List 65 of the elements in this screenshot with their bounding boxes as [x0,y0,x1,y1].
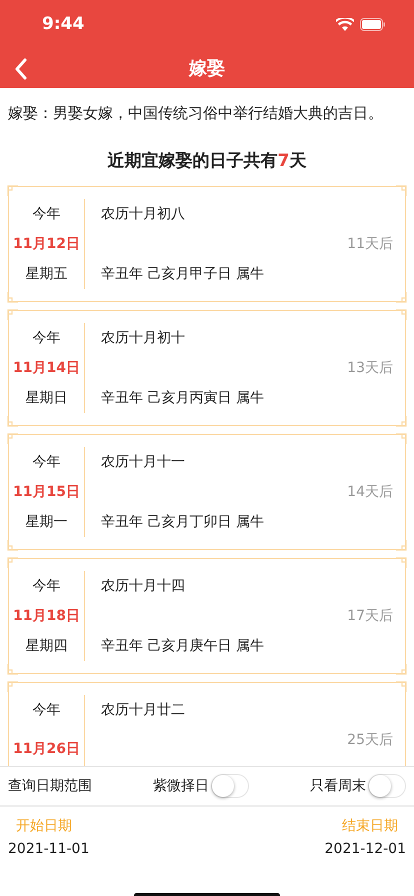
corner-ornament-icon [7,681,19,693]
corner-ornament-icon [7,539,19,551]
lunar-date: 农历十月十一 [101,453,186,471]
corner-ornament-icon [395,539,407,551]
ganzhi-text: 辛丑年 己亥月丙寅日 属牛 [101,389,265,407]
corner-ornament-icon [7,433,19,445]
weekday-label: 星期五 [26,265,68,283]
corner-ornament-icon [395,433,407,445]
start-date-value[interactable]: 2021-11-01 [8,841,90,857]
date-card[interactable]: 今年 11月18日 星期四 农历十月十四 辛丑年 己亥月庚午日 属牛 17天后 [8,558,406,674]
range-label: 查询日期范围 [8,777,92,795]
toggle-switch[interactable] [368,774,406,798]
toggle-label: 紫微择日 [153,777,209,795]
days-until-text: 13天后 [347,359,393,377]
page-title: 嫁娶 [189,57,225,80]
wifi-icon [336,18,354,30]
corner-ornament-icon [395,185,407,197]
year-label: 今年 [32,329,60,347]
solar-date: 11月18日 [13,607,80,625]
corner-ornament-icon [395,681,407,693]
toggle-label: 只看周末 [310,777,366,795]
lunar-date: 农历十月初十 [101,329,186,347]
date-card[interactable]: 今年 11月14日 星期日 农历十月初十 辛丑年 己亥月丙寅日 属牛 13天后 [8,310,406,426]
description-text: 嫁娶：男娶女嫁，中国传统习俗中举行结婚大典的吉日。 [8,104,384,123]
start-date-label: 开始日期 [15,817,73,835]
days-until-text: 17天后 [347,607,393,625]
solar-date: 11月12日 [13,235,80,253]
corner-ornament-icon [395,415,407,427]
battery-icon [360,18,386,30]
toggle-switch[interactable] [211,774,249,798]
corner-ornament-icon [395,557,407,569]
solar-date: 11月26日 [13,740,80,758]
corner-ornament-icon [7,291,19,303]
days-until-text: 25天后 [347,731,393,749]
weekday-label: 星期一 [26,513,68,531]
ganzhi-text: 辛丑年 己亥月丁卯日 属牛 [101,513,265,531]
weekday-label: 星期日 [26,389,68,407]
corner-ornament-icon [395,291,407,303]
date-card[interactable]: 今年 11月15日 星期一 农历十月十一 辛丑年 己亥月丁卯日 属牛 14天后 [8,434,406,550]
days-until-text: 14天后 [347,483,393,501]
lunar-date: 农历十月初八 [101,205,186,223]
end-date-value[interactable]: 2021-12-01 [324,841,406,857]
corner-ornament-icon [7,185,19,197]
days-until-text: 11天后 [347,235,393,253]
year-label: 今年 [32,577,60,595]
corner-ornament-icon [7,309,19,321]
date-card[interactable]: 今年 11月12日 星期五 农历十月初八 辛丑年 己亥月甲子日 属牛 11天后 [8,186,406,302]
corner-ornament-icon [7,557,19,569]
corner-ornament-icon [395,663,407,675]
year-label: 今年 [32,205,60,223]
corner-ornament-icon [395,309,407,321]
summary-heading: 近期宜嫁娶的日子共有7天 [106,150,308,172]
corner-ornament-icon [7,663,19,675]
year-label: 今年 [32,701,60,719]
corner-ornament-icon [7,415,19,427]
weekday-label: 星期四 [26,637,68,655]
lunar-date: 农历十月十四 [101,577,186,595]
ganzhi-text: 辛丑年 己亥月庚午日 属牛 [101,637,265,655]
year-label: 今年 [32,453,60,471]
solar-date: 11月14日 [13,359,80,377]
end-date-label: 结束日期 [341,817,399,835]
ganzhi-text: 辛丑年 己亥月甲子日 属牛 [101,265,265,283]
solar-date: 11月15日 [13,483,80,501]
status-time: 9:44 [42,14,84,34]
lunar-date: 农历十月廿二 [101,701,186,719]
